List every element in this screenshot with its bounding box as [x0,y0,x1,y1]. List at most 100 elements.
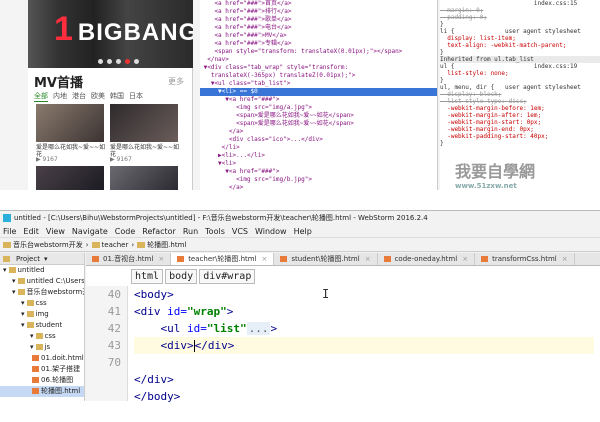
close-icon[interactable]: × [562,253,568,266]
path-segment[interactable]: html [131,268,164,284]
code-area[interactable]: 40 41 42 43 70 <body> <div id="wrap"> <ul id… [86,286,600,403]
tree-item-label: css [44,332,56,340]
mv-thumbnail[interactable] [36,104,104,142]
tree-item-label: css [35,299,47,307]
dom-node-line[interactable]: <a href="###">首页</a> [200,0,437,8]
dom-node-line[interactable]: </a> [200,184,437,190]
dom-node-line[interactable]: <a href="###">排行</a> [200,8,437,16]
dom-node-line[interactable]: <a href="###">专辑</a> [200,40,437,48]
mv-tab[interactable]: 港台 [72,91,86,102]
css-rule-line: } [440,140,444,147]
editor-tab[interactable]: student\轮播图.html × [274,253,378,266]
menu-item-tools[interactable]: Tools [205,225,225,237]
editor-tab[interactable]: teacher\轮播图.html × [171,253,275,266]
dom-node-line[interactable]: ▼<ul class="tab_list"> [200,80,437,88]
dom-node-line[interactable]: translateX(-365px) translateZ(0.01px);"> [200,72,437,80]
dom-node-line[interactable]: ▶<li>...</li> [200,152,437,160]
close-icon[interactable]: × [158,253,164,266]
menu-item-refactor[interactable]: Refactor [142,225,176,237]
dom-node-line[interactable]: ▼<li> [200,160,437,168]
dom-node-line[interactable]: <img src="img/a.jpg"> [200,104,437,112]
dom-node-line[interactable]: <a href="###">MV</a> [200,32,437,40]
dom-node-line[interactable]: </nav> [200,56,437,64]
dom-node-line[interactable]: </li> [200,144,437,152]
tree-item[interactable]: ▾ student [0,320,84,331]
menu-item-navigate[interactable]: Navigate [72,225,108,237]
menu-item-window[interactable]: Window [255,225,287,237]
html-file-icon [32,366,39,372]
menu-item-help[interactable]: Help [294,225,312,237]
mv-thumbnail[interactable] [110,166,178,190]
breadcrumb-item[interactable]: 音乐台webstorm开发 [3,238,83,252]
dom-node-line[interactable]: <a href="###">电台</a> [200,24,437,32]
menu-item-edit[interactable]: Edit [23,225,39,237]
tree-item[interactable]: ▾ untitled [0,265,84,276]
dom-node-line[interactable]: <img src="img/b.jpg"> [200,176,437,184]
mv-thumbnail[interactable] [36,166,104,190]
line-number [86,371,127,388]
tree-item[interactable]: 01.架子搭建 [0,364,84,375]
tree-item[interactable]: ▾ 音乐台webstorm开发 [0,287,84,298]
dom-node-line[interactable]: <span>爱是哪么花如我~爱~~如花</span> [200,120,437,128]
editor-tab[interactable]: transformCss.html × [475,253,575,265]
tree-item[interactable]: ▾ untitled C:\Users\Bihu [0,276,84,287]
editor-tab[interactable]: 01.音视台.html × [86,253,172,266]
expand-arrow-icon: ▾ [12,288,16,296]
line-number [86,388,127,405]
tree-item[interactable]: 轮播图.html [0,386,84,397]
text-caret [193,340,195,352]
mv-tabs: 全部 内地 港台 欧美 韩国 日本 [34,91,143,102]
folder-icon [91,241,100,248]
editor-tab[interactable]: code-oneday.html × [378,253,476,265]
mv-tab[interactable]: 韩国 [110,91,124,102]
menu-item-code[interactable]: Code [115,225,135,237]
close-icon[interactable]: × [262,253,268,266]
dom-node-line[interactable]: <span style="transform: translateX(0.01p… [200,48,437,56]
carousel-dots[interactable] [98,59,139,64]
tree-item[interactable]: 01.doit.html [0,353,84,364]
tree-item[interactable]: ▾ css [0,298,84,309]
code-lines[interactable]: <body> <div id="wrap"> <ul id="list"... >… [134,286,594,405]
menu-item-view[interactable]: View [46,225,65,237]
mv-tab[interactable]: 全部 [34,91,48,102]
dom-node-line[interactable]: <div class="ico">...</div> [200,136,437,144]
menu-item-file[interactable]: File [3,225,16,237]
tree-item[interactable]: ▾ js [0,342,84,353]
play-count: ▶ 9167 [110,156,132,163]
dom-node-line[interactable]: </a> [200,128,437,136]
code-editor[interactable]: 01.音视台.html × teacher\轮播图.html × student\轮播图… [86,253,600,403]
mv-tab[interactable]: 内地 [53,91,67,102]
project-header[interactable]: Project ▾ [0,253,84,265]
menu-item-run[interactable]: Run [183,225,198,237]
dom-node-line[interactable]: ▼<a href="###"> [200,96,437,104]
dom-node-line[interactable]: ▼<div class="tab_wrap" style="transform: [200,64,437,72]
dom-node-line[interactable]: ▼<li> == $0 [200,88,437,96]
path-segment[interactable]: body [165,268,198,284]
close-icon[interactable]: × [462,253,468,266]
close-icon[interactable]: × [365,253,371,266]
tree-item[interactable]: 06.轮播图 [0,375,84,386]
css-rule-line: ul, menu, dir { user agent stylesheet [440,84,581,91]
breadcrumb-item[interactable]: teacher [91,238,128,252]
dom-node-line[interactable]: <span>爱是哪么花如我~爱~~如花</span> [200,112,437,120]
tree-item-label: 轮播图.html [41,387,81,395]
mouse-i-beam-icon: I [322,287,330,301]
mv-tab[interactable]: 欧美 [91,91,105,102]
project-tree: ▾untitled▾untitled C:\Users\Bihu▾音乐台webs… [0,265,84,397]
menu-item-vcs[interactable]: VCS [232,225,248,237]
mv-tab[interactable]: 日本 [129,91,143,102]
tree-item[interactable]: ▾ css [0,331,84,342]
css-rule-line: Inherited from ul.tab_list [440,56,600,63]
code-line: </body> [134,390,181,403]
dom-node-line[interactable]: <a href="###">歌单</a> [200,16,437,24]
path-segment[interactable]: div#wrap [199,268,256,284]
mv-more-link[interactable]: 更多 [168,76,184,87]
tree-item[interactable]: ▾ img [0,309,84,320]
line-gutter: 40 41 42 43 70 [86,286,128,401]
dom-node-line[interactable]: ▼<a href="###"> [200,168,437,176]
carousel-banner[interactable]: 1 BIGBANG [28,0,193,68]
devtools-elements-panel[interactable]: <a href="###">首页</a> <a href="###">排行</a… [200,0,438,190]
breadcrumb-item[interactable]: 轮播图.html [137,238,186,252]
mv-thumbnail[interactable] [110,104,178,142]
css-rule-line: display: list-item; [440,35,516,42]
